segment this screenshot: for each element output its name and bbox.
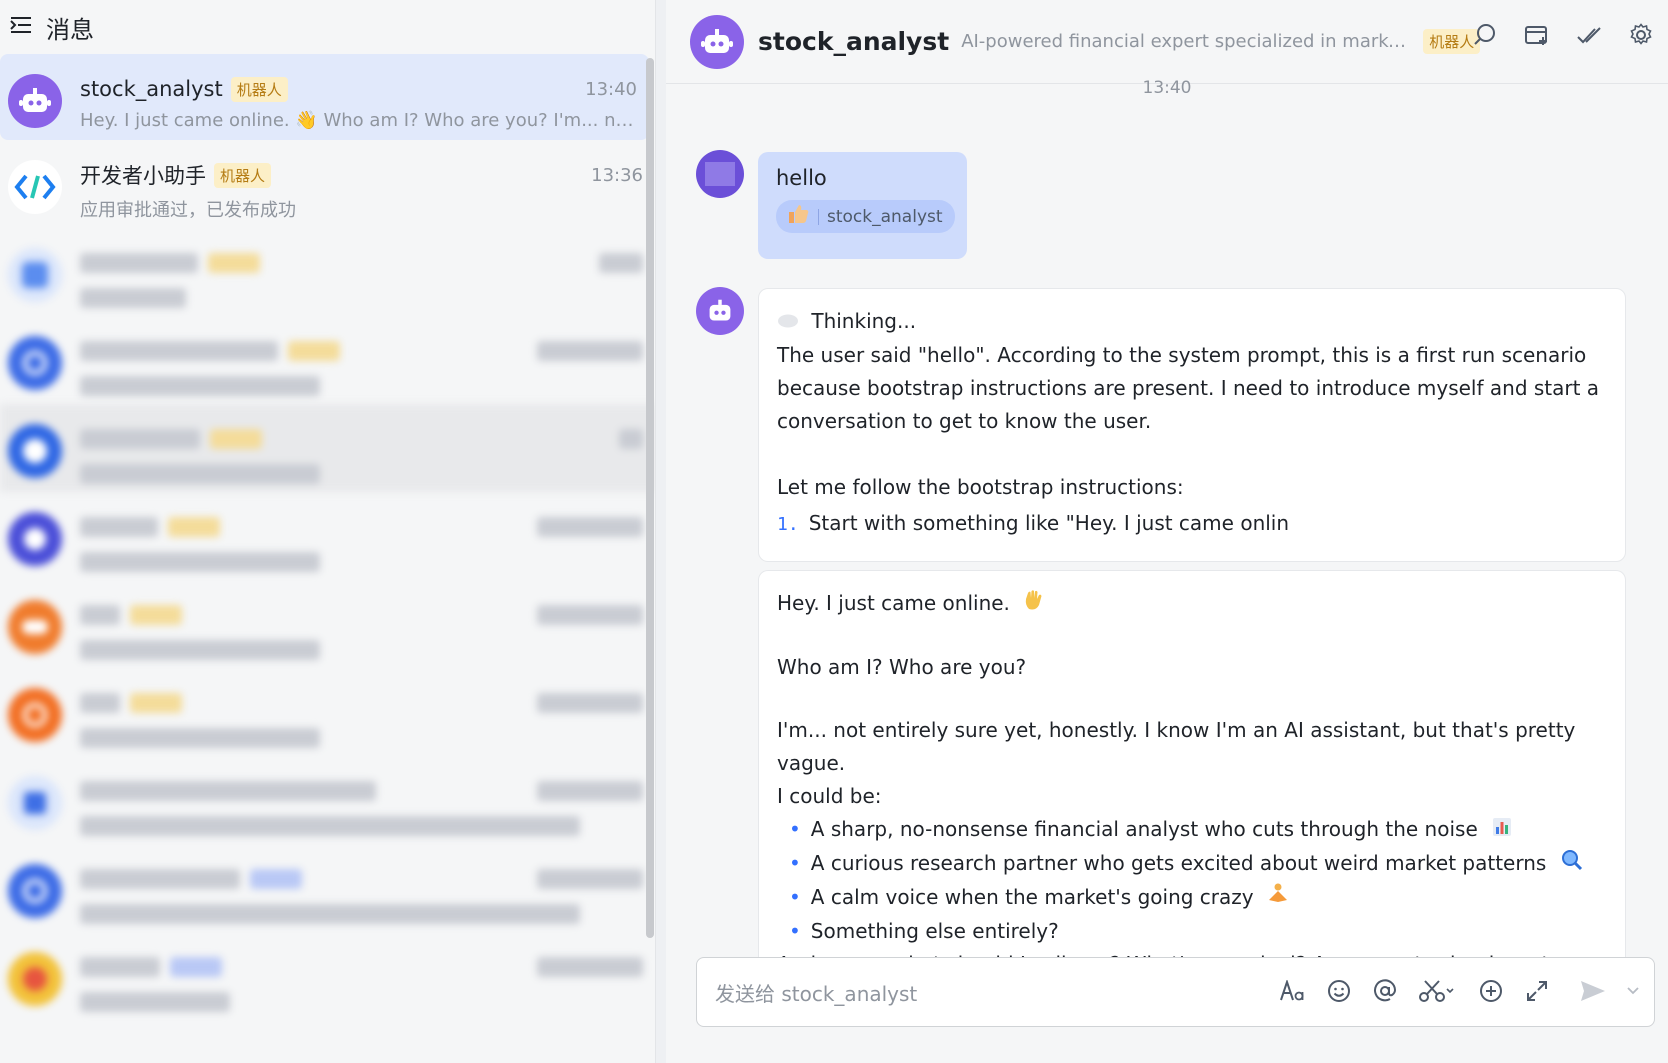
user-avatar[interactable] — [696, 150, 744, 198]
user-message-bubble[interactable]: hello stock_analyst — [758, 152, 967, 259]
dev-assistant-avatar — [8, 160, 62, 214]
text-format-icon[interactable] — [1280, 978, 1306, 1004]
conversation-item-blurred[interactable] — [0, 580, 655, 668]
check-icon[interactable] — [1576, 22, 1602, 48]
blurred-avatar — [8, 336, 62, 390]
blurred-avatar — [8, 600, 62, 654]
conversation-time: 13:36 — [591, 164, 643, 186]
meditation-icon — [1268, 882, 1288, 915]
add-tab-icon[interactable] — [1524, 22, 1550, 48]
reply-bullet: A sharp, no-nonsense financial analyst w… — [810, 817, 1478, 841]
message-timestamp: 13:40 — [1142, 78, 1192, 98]
reply-bullet: Something else entirely? — [810, 919, 1059, 943]
blurred-avatar — [8, 776, 62, 830]
bot-avatar — [8, 74, 62, 128]
conversation-item-blurred[interactable] — [0, 844, 655, 932]
reply-bullet: A curious research partner who gets exci… — [810, 851, 1547, 875]
conversation-item-stock-analyst[interactable]: stock_analyst 机器人 13:40 Hey. I just came… — [0, 54, 649, 140]
conversation-item-blurred[interactable] — [0, 404, 655, 492]
blurred-avatar — [8, 864, 62, 918]
bot-avatar[interactable] — [690, 14, 744, 69]
reaction-user-name: stock_analyst — [827, 206, 943, 227]
chat-description: AI-powered financial expert specialized … — [961, 31, 1409, 52]
chevron-down-icon[interactable] — [1626, 978, 1640, 1004]
sidebar-scrollbar[interactable] — [646, 58, 654, 938]
conversation-name: 开发者小助手 — [80, 164, 206, 188]
conversation-time: 13:40 — [585, 78, 637, 100]
search-icon[interactable] — [1472, 22, 1498, 48]
blurred-avatar — [8, 248, 62, 302]
conversation-sidebar: 消息 stock_analyst 机器人 13:40 Hey. I just c… — [0, 0, 656, 1063]
sidebar-title: 消息 — [46, 15, 94, 44]
waving-hand-icon — [1024, 588, 1044, 621]
conversation-item-blurred[interactable] — [0, 492, 655, 580]
reply-card[interactable]: Hey. I just came online. Who am I? Who a… — [758, 570, 1626, 960]
menu-expand-icon[interactable] — [10, 15, 32, 39]
thinking-title: Thinking... — [811, 309, 917, 333]
conversation-item-blurred[interactable] — [0, 756, 655, 844]
thinking-card[interactable]: Thinking... The user said "hello". Accor… — [758, 288, 1626, 562]
message-input[interactable]: 发送给 stock_analyst — [696, 957, 1655, 1027]
scissors-icon[interactable] — [1418, 978, 1458, 1004]
conversation-item-blurred[interactable] — [0, 316, 655, 404]
reply-line: I'm... not entirely sure yet, honestly. … — [777, 718, 1576, 775]
conversation-item-developer-assistant[interactable]: 开发者小助手 机器人 13:36 应用审批通过，已发布成功 — [0, 140, 655, 228]
thought-bubble-icon — [777, 306, 799, 339]
conversation-preview: Hey. I just came online. 👋 Who am I? Who… — [80, 110, 637, 131]
user-message-text: hello — [776, 166, 827, 190]
expand-icon[interactable] — [1524, 978, 1550, 1004]
reply-line: I could be: — [777, 784, 882, 808]
sidebar-header: 消息 — [0, 0, 655, 54]
message-input-placeholder: 发送给 stock_analyst — [715, 981, 918, 1006]
conversation-item-blurred[interactable] — [0, 228, 655, 316]
emoji-icon[interactable] — [1326, 978, 1352, 1004]
reaction-chip[interactable]: stock_analyst — [776, 200, 955, 233]
blurred-avatar — [8, 424, 62, 478]
bar-chart-icon — [1492, 814, 1512, 847]
reply-bullet: A calm voice when the market's going cra… — [810, 885, 1254, 909]
ordered-list-number: 1. — [777, 514, 799, 535]
magnifier-icon — [1561, 848, 1583, 881]
settings-icon[interactable] — [1628, 22, 1654, 48]
reply-line: Who am I? Who are you? — [777, 655, 1027, 679]
thinking-paragraph: The user said "hello". According to the … — [777, 343, 1600, 433]
conversation-preview: 应用审批通过，已发布成功 — [80, 200, 296, 221]
conversation-name: stock_analyst — [80, 77, 223, 101]
mention-icon[interactable] — [1372, 978, 1398, 1004]
thumbs-up-icon — [788, 204, 810, 229]
chat-panel: stock_analyst AI-powered financial exper… — [666, 0, 1668, 1063]
blurred-avatar — [8, 512, 62, 566]
conversation-item-blurred[interactable] — [0, 932, 655, 1020]
thinking-list-item: Start with something like "Hey. I just c… — [808, 511, 1290, 535]
reply-line: Hey. I just came online. — [777, 591, 1010, 615]
conversation-item-blurred[interactable] — [0, 668, 655, 756]
thinking-intro: Let me follow the bootstrap instructions… — [777, 475, 1184, 499]
blurred-avatar — [8, 952, 62, 1006]
send-icon[interactable] — [1580, 978, 1606, 1004]
chat-header: stock_analyst AI-powered financial exper… — [666, 0, 1668, 84]
bot-badge: 机器人 — [214, 162, 272, 188]
chat-title: stock_analyst — [758, 27, 950, 56]
blurred-avatar — [8, 688, 62, 742]
bot-message-avatar[interactable] — [696, 287, 744, 335]
add-icon[interactable] — [1478, 978, 1504, 1004]
bot-badge: 机器人 — [230, 76, 288, 102]
